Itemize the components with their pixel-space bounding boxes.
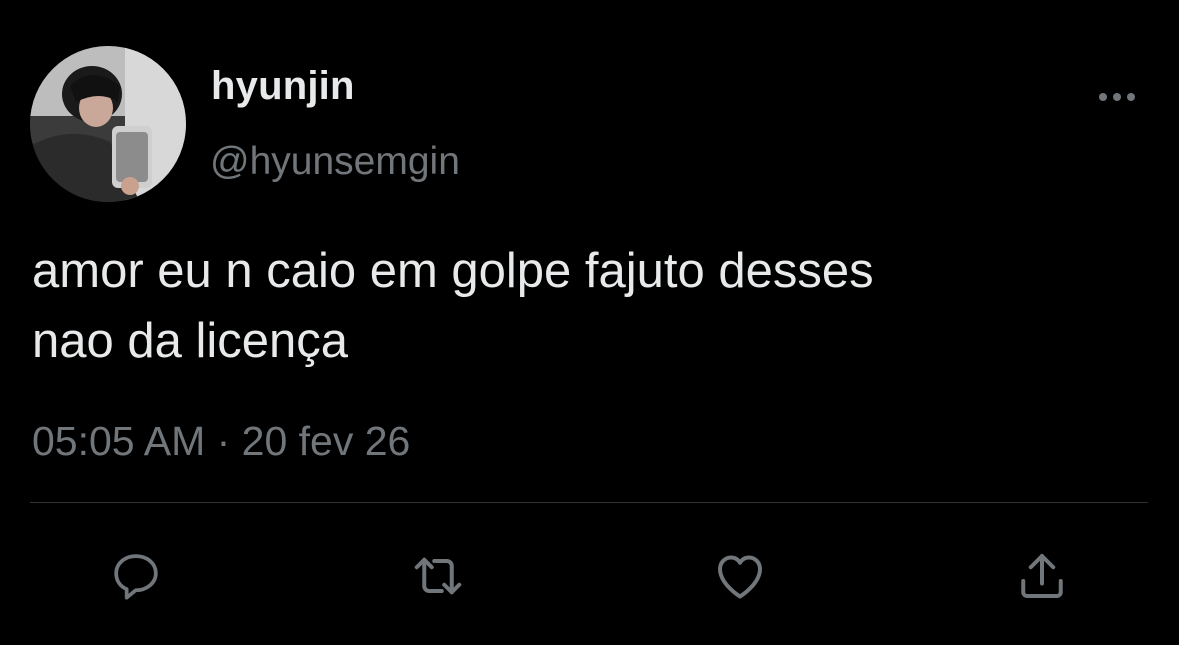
share-icon (1021, 554, 1063, 598)
more-options-button[interactable] (1090, 82, 1144, 112)
share-button[interactable] (1012, 546, 1072, 606)
avatar-image (30, 46, 186, 202)
reply-icon (114, 554, 158, 600)
more-dots-icon (1099, 93, 1135, 101)
reply-button[interactable] (106, 546, 166, 606)
like-button[interactable] (710, 546, 770, 606)
display-name[interactable]: hyunjin (211, 64, 355, 109)
tweet-card: hyunjin @hyunsemgin amor eu n caio em go… (0, 0, 1179, 645)
tweet-text-line: nao da licença (32, 314, 349, 368)
tweet-text: amor eu n caio em golpe fajuto desses na… (32, 236, 1152, 376)
user-handle[interactable]: @hyunsemgin (210, 140, 460, 184)
divider (30, 502, 1148, 503)
heart-icon (718, 555, 762, 599)
retweet-icon (414, 557, 462, 595)
tweet-timestamp[interactable]: 05:05 AM · 20 fev 26 (32, 418, 410, 465)
avatar[interactable] (30, 46, 186, 202)
tweet-text-line: amor eu n caio em golpe fajuto desses (32, 244, 874, 298)
retweet-button[interactable] (408, 546, 468, 606)
